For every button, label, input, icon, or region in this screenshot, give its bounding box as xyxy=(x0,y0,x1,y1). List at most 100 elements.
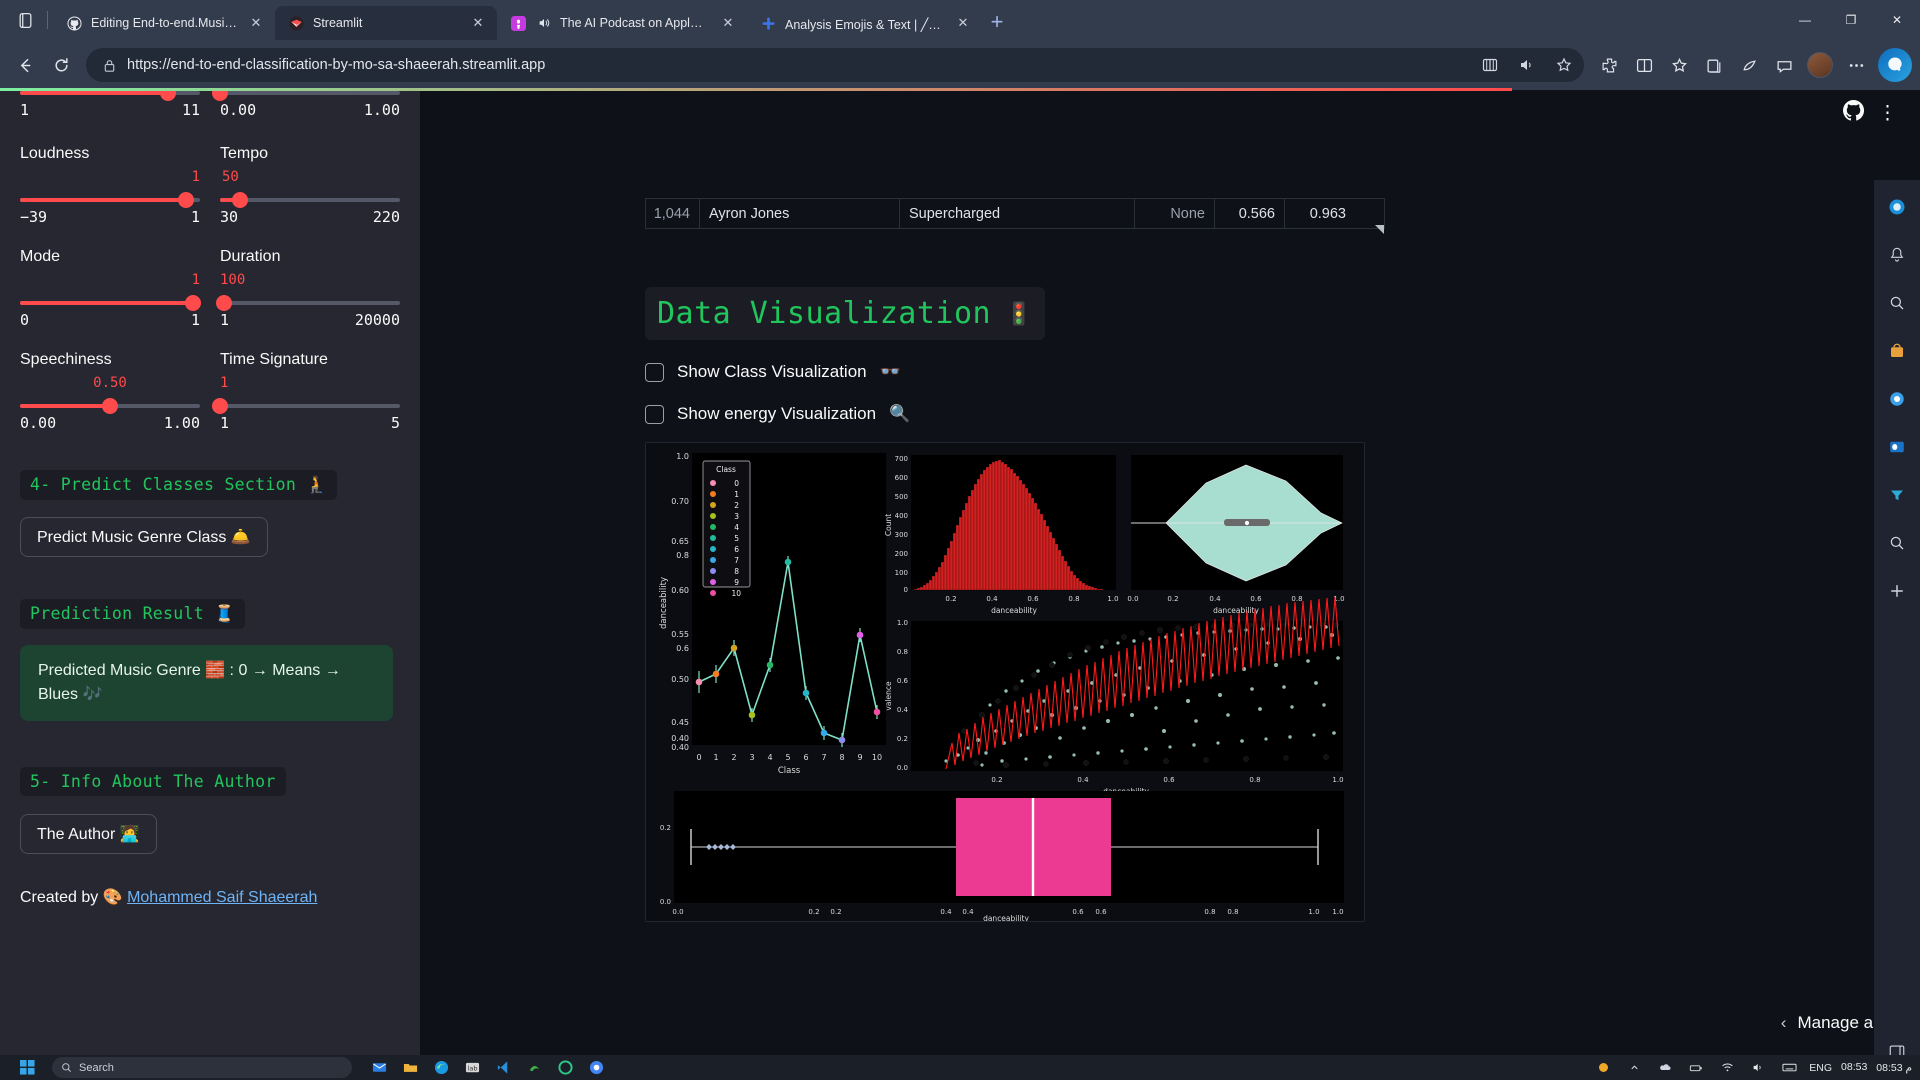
table-resize-handle[interactable] xyxy=(1375,225,1384,234)
search-bing-icon[interactable] xyxy=(1882,528,1912,558)
copilot-icon[interactable] xyxy=(1878,48,1912,82)
app-menu-icon[interactable]: ⋮ xyxy=(1878,104,1898,123)
browser-essentials-icon[interactable] xyxy=(1732,48,1766,82)
tab-actions-button[interactable] xyxy=(8,4,42,36)
checkbox-show-class-visualization[interactable]: Show Class Visualization 👓 xyxy=(645,362,1385,382)
shopping-icon[interactable] xyxy=(1882,336,1912,366)
chrome-icon[interactable] xyxy=(585,1058,607,1078)
vscode-icon[interactable] xyxy=(492,1058,514,1078)
svg-text:1: 1 xyxy=(734,490,739,499)
slider-timesignature[interactable]: Time Signature 1 1 5 xyxy=(212,351,400,432)
tab-close-0[interactable]: ✕ xyxy=(245,12,267,34)
table-row[interactable]: 1,044 Ayron Jones Supercharged None 0.56… xyxy=(645,198,1385,234)
svg-text:0.0: 0.0 xyxy=(1127,595,1138,603)
terminal-icon[interactable] xyxy=(554,1058,576,1078)
the-author-button[interactable]: The Author 🧑‍💻 xyxy=(20,814,157,854)
github-link-icon[interactable] xyxy=(1842,99,1865,126)
svg-text:300: 300 xyxy=(895,531,908,539)
search-sidebar-icon[interactable] xyxy=(1882,288,1912,318)
outlook-icon[interactable] xyxy=(1882,432,1912,462)
svg-text:0.40: 0.40 xyxy=(671,734,689,743)
dataviz-header-text: Data Visualization xyxy=(657,296,992,331)
tab-title-2: The AI Podcast on Apple Po xyxy=(560,16,709,30)
tab-0[interactable]: Editing End-to-end.MusicGen-Cl ✕ xyxy=(53,6,275,40)
svg-text:9: 9 xyxy=(734,578,739,587)
streamlit-progress-line xyxy=(0,88,1512,91)
reload-icon[interactable] xyxy=(44,48,78,82)
onedrive-icon[interactable] xyxy=(1654,1058,1676,1078)
battery-icon[interactable] xyxy=(1685,1058,1707,1078)
address-bar[interactable]: https://end-to-end-classification-by-mo-… xyxy=(86,48,1584,82)
add-sidebar-icon[interactable] xyxy=(1882,576,1912,606)
svg-text:0.50: 0.50 xyxy=(671,675,689,684)
tab-3[interactable]: Analysis Emojis & Text | ╱⌒╲ ✕ xyxy=(747,6,982,40)
close-window-button[interactable]: ✕ xyxy=(1874,0,1920,40)
favorite-star-icon[interactable] xyxy=(1550,51,1578,79)
slider-speechiness[interactable]: Speechiness 0.50 0.00 1.00 xyxy=(20,351,200,432)
weather-icon[interactable] xyxy=(1592,1058,1614,1078)
checkbox-show-energy-visualization[interactable]: Show energy Visualization 🔍 xyxy=(645,404,1385,424)
svg-text:1.0: 1.0 xyxy=(1332,908,1343,916)
table-cell-value2: 0.963 xyxy=(1309,205,1346,222)
taskbar-system-tray: ENG 08:53 م 08:53 xyxy=(1592,1058,1912,1078)
taskbar-search[interactable]: Search xyxy=(52,1057,352,1078)
tab-1[interactable]: Streamlit ✕ xyxy=(275,6,497,40)
svg-text:lab: lab xyxy=(467,1064,477,1072)
start-button-icon[interactable] xyxy=(8,1055,46,1080)
copilot-sidebar-icon[interactable] xyxy=(1882,192,1912,222)
split-view-icon[interactable] xyxy=(1627,48,1661,82)
notifications-icon[interactable] xyxy=(1882,240,1912,270)
wifi-icon[interactable] xyxy=(1716,1058,1738,1078)
predict-music-genre-button[interactable]: Predict Music Genre Class 🛎️ xyxy=(20,517,268,557)
mail-icon[interactable] xyxy=(368,1058,390,1078)
tab-audio-icon[interactable] xyxy=(535,15,552,32)
collections-icon[interactable] xyxy=(1697,48,1731,82)
svg-text:0.6: 0.6 xyxy=(897,677,909,685)
slider-loudness[interactable]: Loudness 1 −39 1 xyxy=(20,145,200,226)
slider-partial-right[interactable]: 0.00 1.00 xyxy=(212,90,400,119)
back-icon[interactable] xyxy=(8,48,42,82)
language-indicator[interactable]: ENG xyxy=(1809,1062,1832,1074)
favorites-icon[interactable] xyxy=(1662,48,1696,82)
svg-text:0: 0 xyxy=(696,753,701,762)
maximize-button[interactable]: ❐ xyxy=(1828,0,1874,40)
slider-partial-left[interactable]: 1 11 xyxy=(20,90,200,119)
tab-2[interactable]: The AI Podcast on Apple Po ✕ xyxy=(497,6,747,40)
slider-tempo[interactable]: Tempo 50 30 220 xyxy=(220,145,400,226)
slider-duration[interactable]: Duration 100 1 20000 xyxy=(215,248,400,329)
profile-avatar[interactable] xyxy=(1807,52,1833,78)
more-settings-icon[interactable] xyxy=(1839,48,1873,82)
slider-max-loudness: 1 xyxy=(190,208,200,226)
volume-icon[interactable] xyxy=(1747,1058,1769,1078)
taskbar-clock[interactable]: 08:53 xyxy=(1841,1061,1867,1073)
checkbox-box-energy[interactable] xyxy=(645,404,664,424)
slider-mode[interactable]: Mode 1 0 1 xyxy=(20,248,201,329)
extensions-icon[interactable] xyxy=(1592,48,1626,82)
file-explorer-icon[interactable] xyxy=(399,1058,421,1078)
streamlit-icon xyxy=(288,15,305,32)
author-link[interactable]: Mohammed Saif Shaeerah xyxy=(127,889,317,906)
drop-icon[interactable] xyxy=(1767,48,1801,82)
tools-icon[interactable] xyxy=(1882,480,1912,510)
window-controls: — ❐ ✕ xyxy=(1782,0,1920,40)
new-tab-button[interactable]: + xyxy=(982,7,1012,37)
svg-text:0.8: 0.8 xyxy=(1291,595,1302,603)
tab-close-1[interactable]: ✕ xyxy=(467,12,489,34)
jupyter-icon[interactable]: lab xyxy=(461,1058,483,1078)
keyboard-icon[interactable] xyxy=(1778,1058,1800,1078)
split-screen-icon[interactable] xyxy=(1476,51,1504,79)
matplotlib-figure: 1.0 0.70 0.65 0.8 0.60 0.55 0.6 0.50 0.4… xyxy=(646,443,1364,921)
edge-icon[interactable] xyxy=(430,1058,452,1078)
read-aloud-icon[interactable] xyxy=(1513,51,1541,79)
svg-text:0.2: 0.2 xyxy=(945,595,956,603)
games-icon[interactable] xyxy=(1882,384,1912,414)
podcast-icon xyxy=(510,15,527,32)
slider-max-timesignature: 5 xyxy=(390,414,400,432)
anaconda-icon[interactable] xyxy=(523,1058,545,1078)
tab-close-3[interactable]: ✕ xyxy=(952,12,974,34)
checkbox-box-class[interactable] xyxy=(645,362,664,382)
minimize-button[interactable]: — xyxy=(1782,0,1828,40)
svg-text:0: 0 xyxy=(904,586,908,594)
tab-close-2[interactable]: ✕ xyxy=(717,12,739,34)
tray-expand-icon[interactable] xyxy=(1623,1058,1645,1078)
